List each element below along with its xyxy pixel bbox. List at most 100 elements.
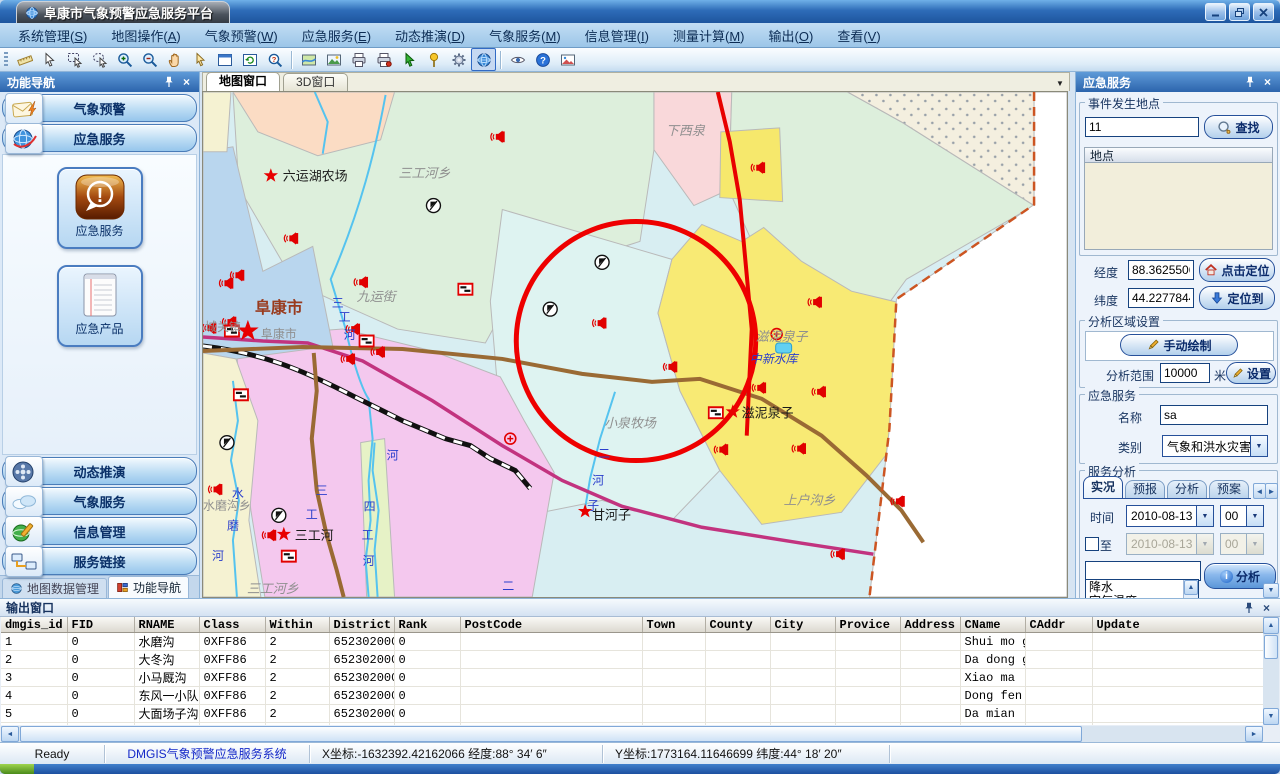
window-list-dropdown-icon[interactable]: ▼ [1051, 75, 1069, 91]
eye-view-icon[interactable] [505, 48, 530, 71]
layers-icon[interactable] [296, 48, 321, 71]
column-header-PostCode[interactable]: PostCode [460, 617, 642, 633]
nav-group-信息管理[interactable]: 信息管理 [2, 517, 197, 545]
cursor-select-icon[interactable] [37, 48, 62, 71]
menu-气象预警[interactable]: 气象预警(W) [193, 23, 290, 48]
table-row[interactable]: 30小马厩沟0XFF8626523020000Xiao ma ... [1, 669, 1264, 687]
column-header-Within[interactable]: Within [265, 617, 329, 633]
tool-button-应急产品[interactable]: 应急产品 [57, 265, 143, 347]
hour-from-combo[interactable]: 00▼ [1220, 505, 1264, 527]
cursor-marquee-icon[interactable] [62, 48, 87, 71]
column-header-Class[interactable]: Class [199, 617, 265, 633]
chevron-down-icon[interactable]: ▼ [1196, 506, 1213, 526]
vscroll-thumb[interactable] [1264, 635, 1278, 659]
close-icon[interactable]: × [1260, 75, 1275, 90]
hscroll-thumb[interactable] [20, 726, 1082, 742]
pointer-green-icon[interactable] [396, 48, 421, 71]
tool-button-应急服务[interactable]: 应急服务 [57, 167, 143, 249]
lat-input[interactable] [1128, 288, 1194, 308]
column-header-dmgis_id[interactable]: dmgis_id [1, 617, 67, 633]
analysis-tab-预报[interactable]: 预报 [1125, 480, 1165, 498]
table-row[interactable]: 40东风一小队0XFF8626523020000Dong fen... [1, 687, 1264, 705]
menu-测量计算[interactable]: 测量计算(M) [661, 23, 757, 48]
analysis-tab-实况[interactable]: 实况 [1083, 476, 1123, 498]
minimize-button[interactable] [1205, 3, 1226, 21]
map-canvas[interactable]: 六运湖农场三工河乡下西泉阜康市九运街城关镇阜康市滋泥泉子中新水库小泉牧场滋泥泉子… [202, 91, 1068, 598]
table-row[interactable]: 50大面场子沟0XFF8626523020000Da mian ... [1, 705, 1264, 723]
column-header-Update[interactable]: Update [1092, 617, 1264, 633]
close-button[interactable] [1253, 3, 1274, 21]
to-checkbox[interactable] [1085, 537, 1099, 551]
column-header-CName[interactable]: CName [960, 617, 1025, 633]
locate-to-button[interactable]: 定位到 [1199, 286, 1275, 310]
analysis-tab-分析[interactable]: 分析 [1167, 480, 1207, 498]
scroll-up-icon[interactable]: ▲ [1184, 580, 1198, 595]
close-icon[interactable]: × [1259, 600, 1274, 615]
nav-group-气象预警[interactable]: 气象预警 [2, 94, 197, 122]
map-window-icon[interactable] [212, 48, 237, 71]
scroll-up-icon[interactable]: ▲ [1263, 617, 1279, 634]
element-item-降水[interactable]: 降水 [1086, 580, 1184, 594]
hour-to-combo[interactable]: 00▼ [1220, 533, 1264, 555]
scroll-left-icon[interactable]: ◄ [1, 726, 19, 742]
snapshot-icon[interactable] [555, 48, 580, 71]
place-list[interactable] [1084, 163, 1273, 250]
printer-icon[interactable] [346, 48, 371, 71]
column-header-CAddr[interactable]: CAddr [1025, 617, 1092, 633]
manual-draw-button[interactable]: 手动绘制 [1120, 334, 1238, 356]
pin-icon[interactable] [161, 75, 176, 90]
zoom-out-icon[interactable] [137, 48, 162, 71]
cursor-lasso-icon[interactable] [87, 48, 112, 71]
place-pin-icon[interactable] [421, 48, 446, 71]
service-name-input[interactable] [1160, 405, 1268, 425]
pan-hand-icon[interactable] [162, 48, 187, 71]
set-button[interactable]: 设置 [1226, 362, 1276, 384]
table-row[interactable]: 10水磨沟0XFF8626523020000Shui mo gou [1, 633, 1264, 651]
column-header-Address[interactable]: Address [900, 617, 960, 633]
close-icon[interactable]: × [179, 75, 194, 90]
place-list-header[interactable]: 地点 [1084, 147, 1273, 163]
menu-信息管理[interactable]: 信息管理(I) [573, 23, 661, 48]
column-header-RNAME[interactable]: RNAME [134, 617, 199, 633]
output-vscrollbar[interactable]: ▲ ▼ [1263, 617, 1279, 725]
panel-tab-地图数据管理[interactable]: 地图数据管理 [2, 578, 107, 598]
range-input[interactable] [1160, 363, 1210, 383]
print-setup-icon[interactable] [371, 48, 396, 71]
column-header-FID[interactable]: FID [67, 617, 134, 633]
column-header-Town[interactable]: Town [642, 617, 705, 633]
click-locate-button[interactable]: 点击定位 [1199, 258, 1275, 282]
menu-输出[interactable]: 输出(O) [757, 23, 826, 48]
table-row[interactable]: 60城关0XFF8526523020000Cheng guan [1, 723, 1264, 726]
column-header-District[interactable]: District [329, 617, 394, 633]
location-search-input[interactable] [1085, 117, 1199, 137]
settings-gear-icon[interactable] [446, 48, 471, 71]
find-button[interactable]: 查找 [1204, 115, 1273, 139]
service-type-combo[interactable]: 气象和洪水灾害 ▼ [1162, 435, 1268, 457]
pin-icon[interactable] [1242, 75, 1257, 90]
identify-icon[interactable] [262, 48, 287, 71]
scroll-right-icon[interactable]: ► [1245, 726, 1263, 742]
menu-气象服务[interactable]: 气象服务(M) [477, 23, 573, 48]
table-row[interactable]: 20大冬沟0XFF8626523020000Da dong gou [1, 651, 1264, 669]
chevron-down-icon[interactable]: ▼ [1246, 506, 1263, 526]
menu-应急服务[interactable]: 应急服务(E) [290, 23, 383, 48]
date-from-combo[interactable]: 2010-08-13▼ [1126, 505, 1214, 527]
help-icon[interactable] [530, 48, 555, 71]
chevron-down-icon[interactable]: ▼ [1250, 436, 1267, 456]
panel-scroll-down-icon[interactable]: ▼ [1263, 583, 1279, 598]
column-header-Rank[interactable]: Rank [394, 617, 460, 633]
restore-button[interactable] [1229, 3, 1250, 21]
date-to-combo[interactable]: 2010-08-13▼ [1126, 533, 1214, 555]
lng-input[interactable] [1128, 260, 1194, 280]
panel-tab-功能导航[interactable]: 功能导航 [108, 576, 189, 598]
nav-group-应急服务[interactable]: 应急服务 [2, 124, 197, 152]
pointer-icon[interactable] [187, 48, 212, 71]
scroll-down-icon[interactable]: ▼ [1263, 708, 1279, 725]
refresh-icon[interactable] [237, 48, 262, 71]
analysis-tab-预案[interactable]: 预案 [1209, 480, 1249, 498]
ruler-icon[interactable] [12, 48, 37, 71]
column-header-City[interactable]: City [770, 617, 835, 633]
menu-动态推演[interactable]: 动态推演(D) [383, 23, 477, 48]
menu-地图操作[interactable]: 地图操作(A) [99, 23, 192, 48]
output-hscrollbar[interactable]: ◄ ► [1, 726, 1263, 742]
